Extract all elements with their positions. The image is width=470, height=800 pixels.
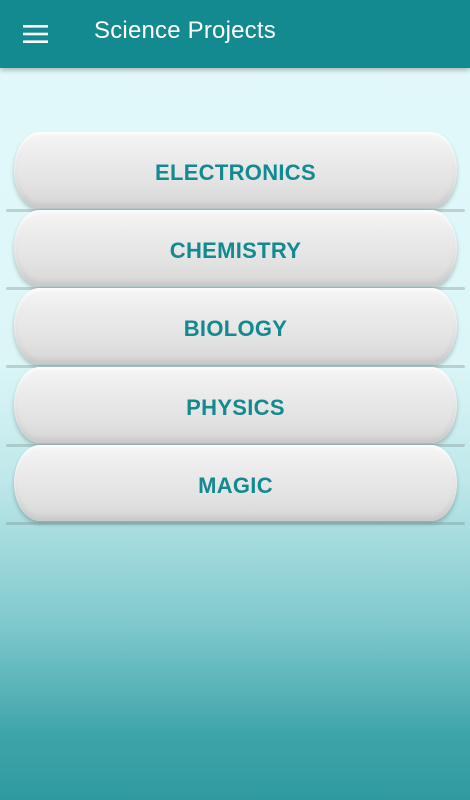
category-label: MAGIC: [198, 473, 273, 498]
app-bar: Science Projects: [0, 0, 470, 68]
category-button-magic[interactable]: MAGIC: [6, 445, 465, 525]
hamburger-menu-icon: [23, 24, 49, 44]
page-title: Science Projects: [94, 17, 276, 44]
category-label: PHYSICS: [186, 395, 285, 420]
category-label: CHEMISTRY: [169, 238, 302, 263]
menu-button[interactable]: [12, 14, 60, 54]
category-label: BIOLOGY: [183, 316, 288, 341]
category-button-physics[interactable]: PHYSICS: [6, 367, 465, 447]
category-button-electronics[interactable]: ELECTRONICS: [6, 132, 465, 212]
category-button-chemistry[interactable]: CHEMISTRY: [6, 210, 465, 290]
category-button-biology[interactable]: BIOLOGY: [6, 288, 465, 368]
category-label: ELECTRONICS: [155, 160, 316, 185]
